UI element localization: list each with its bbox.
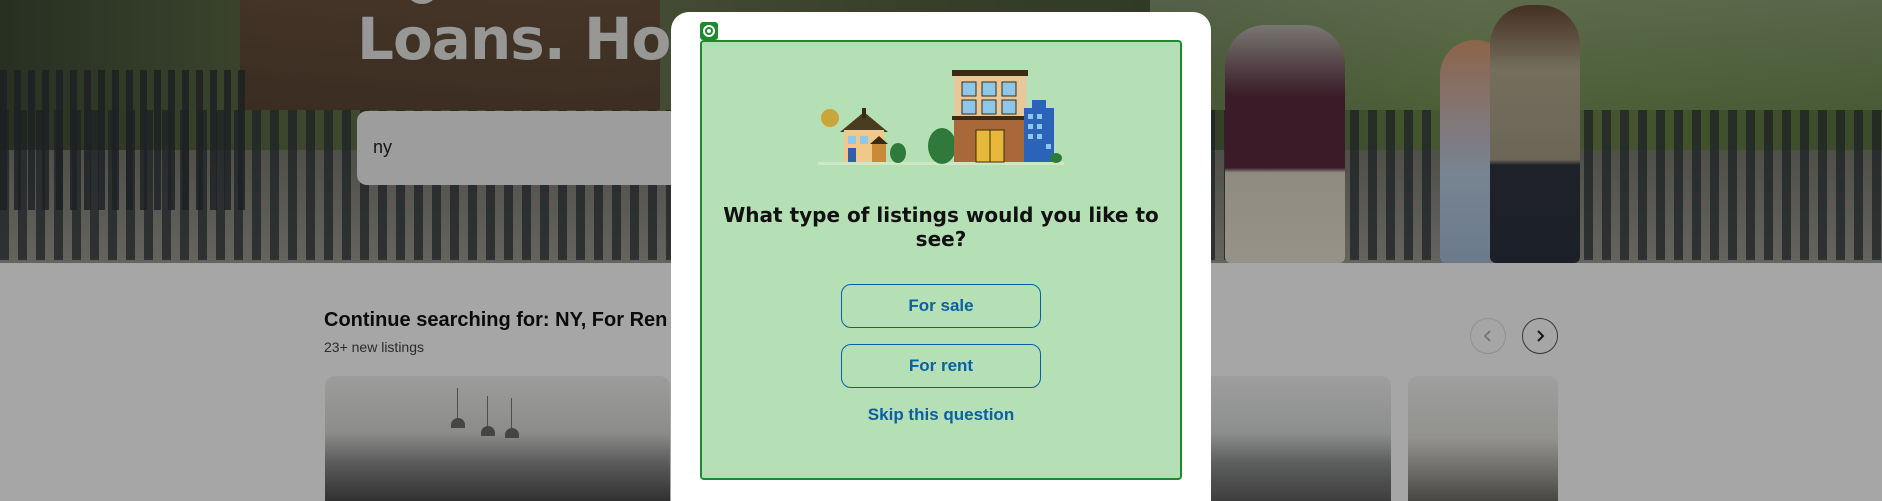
- office-tower-icon: [1024, 100, 1054, 162]
- modal-question: What type of listings would you like to …: [723, 203, 1159, 251]
- apartment-building-icon: [952, 70, 1028, 163]
- skip-question-link[interactable]: Skip this question: [841, 405, 1041, 425]
- highlight-target-icon: [700, 22, 718, 40]
- homes-illustration: [818, 70, 1064, 165]
- small-house-icon: [840, 108, 888, 162]
- for-sale-button[interactable]: For sale: [841, 284, 1041, 328]
- for-rent-button[interactable]: For rent: [841, 344, 1041, 388]
- sun-icon: [821, 109, 839, 127]
